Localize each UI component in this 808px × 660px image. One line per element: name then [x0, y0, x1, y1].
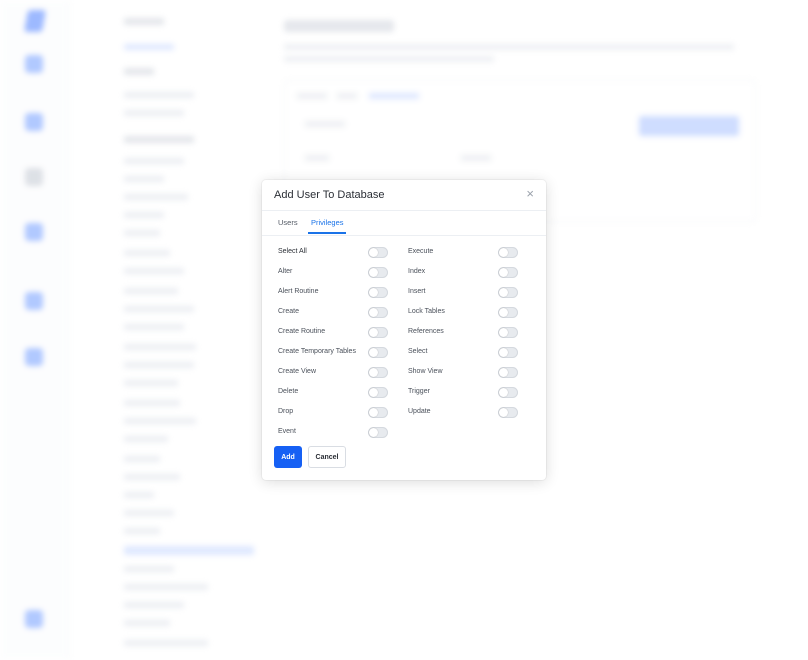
- toggle-create-temporary-tables[interactable]: [368, 347, 388, 358]
- active-tab-indicator: [308, 232, 346, 234]
- toggle-create[interactable]: [368, 307, 388, 318]
- tab-users[interactable]: Users: [278, 218, 298, 227]
- privilege-label-delete: Delete: [278, 388, 299, 395]
- privilege-label-drop: Drop: [278, 408, 294, 415]
- toggle-update[interactable]: [498, 407, 518, 418]
- toggle-delete[interactable]: [368, 387, 388, 398]
- toggle-references[interactable]: [498, 327, 518, 338]
- toggle-lock-tables[interactable]: [498, 307, 518, 318]
- privilege-label-select: Select: [408, 348, 428, 355]
- modal-header: Add User To Database ×: [262, 180, 546, 211]
- cancel-button[interactable]: Cancel: [308, 446, 346, 468]
- privilege-label-trigger: Trigger: [408, 388, 430, 395]
- tab-privileges[interactable]: Privileges: [311, 218, 344, 227]
- privilege-label-insert: Insert: [408, 288, 426, 295]
- privilege-label-references: References: [408, 328, 444, 335]
- privilege-label-execute: Execute: [408, 248, 434, 255]
- privilege-label-create: Create: [278, 308, 300, 315]
- toggle-drop[interactable]: [368, 407, 388, 418]
- toggle-select[interactable]: [498, 347, 518, 358]
- privilege-label-create-view: Create View: [278, 368, 317, 375]
- toggle-insert[interactable]: [498, 287, 518, 298]
- toggle-create-routine[interactable]: [368, 327, 388, 338]
- privilege-label-alter: Alter: [278, 268, 293, 275]
- close-icon[interactable]: ×: [526, 187, 534, 200]
- privilege-label-create-routine: Create Routine: [278, 328, 326, 335]
- toggle-index[interactable]: [498, 267, 518, 278]
- privilege-label-update: Update: [408, 408, 431, 415]
- privilege-label-lock-tables: Lock Tables: [408, 308, 445, 315]
- privilege-label-event: Event: [278, 428, 296, 435]
- toggle-create-view[interactable]: [368, 367, 388, 378]
- add-button[interactable]: Add: [274, 446, 302, 468]
- modal-title: Add User To Database: [274, 189, 385, 201]
- toggle-execute[interactable]: [498, 247, 518, 258]
- toggle-select-all[interactable]: [368, 247, 388, 258]
- add-user-modal: Add User To Database × Users Privileges …: [262, 180, 546, 480]
- privilege-label-create-temporary-tables: Create Temporary Tables: [278, 348, 356, 355]
- toggle-event[interactable]: [368, 427, 388, 438]
- privilege-label-alert-routine: Alert Routine: [278, 288, 319, 295]
- toggle-alter[interactable]: [368, 267, 388, 278]
- privilege-label-show-view: Show View: [408, 368, 443, 375]
- privilege-label-select-all: Select All: [278, 248, 307, 255]
- toggle-trigger[interactable]: [498, 387, 518, 398]
- toggle-alert-routine[interactable]: [368, 287, 388, 298]
- privilege-label-index: Index: [408, 268, 426, 275]
- modal-tabs: Users Privileges: [262, 211, 546, 236]
- toggle-show-view[interactable]: [498, 367, 518, 378]
